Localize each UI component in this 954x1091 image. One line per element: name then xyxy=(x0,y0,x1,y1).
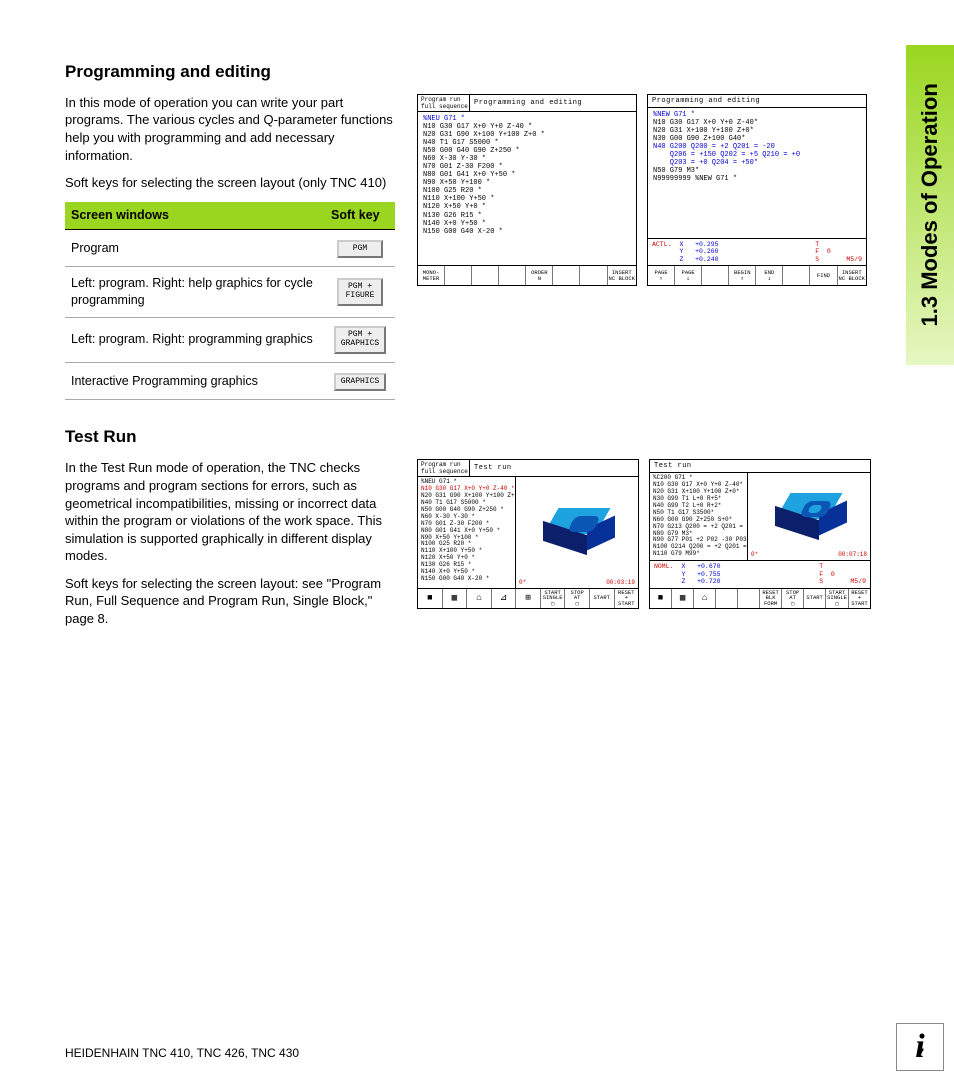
th-soft-key: Soft key xyxy=(325,202,395,229)
th-screen-windows: Screen windows xyxy=(65,202,325,229)
sk-cell[interactable]: INSERT NC BLOCK xyxy=(608,266,636,285)
sk-cell[interactable]: BEGIN ⇑ xyxy=(729,266,756,285)
nc-code-listing: %NEU G71 * N10 G30 G17 X+0 Y+0 Z-40 * N2… xyxy=(418,477,516,587)
screenshot-testrun-1: Program run full sequence Test run %NEU … xyxy=(417,459,639,608)
testrun-para2: Soft keys for selecting the screen layou… xyxy=(65,575,395,628)
softkey-row: ■ ▦ ⌂ ⊿ ⊞ START SINGLE ▢ STOP AT ▢ START… xyxy=(418,588,638,608)
sk-cell[interactable]: RESET + START xyxy=(615,589,639,608)
sk-cell[interactable]: END ⇓ xyxy=(756,266,783,285)
softkey-pgm-graphics[interactable]: PGM + GRAPHICS xyxy=(334,326,386,354)
shot-title: Programming and editing xyxy=(648,95,866,107)
sk-cell[interactable]: ■ xyxy=(650,589,672,608)
prog-para2: Soft keys for selecting the screen layou… xyxy=(65,174,395,192)
workpiece-3d-icon xyxy=(543,508,611,556)
sk-cell[interactable]: STOP AT ▢ xyxy=(565,589,590,608)
nc-code-listing: %C200 G71 * N10 G30 G17 X+0 Y+0 Z-40* N2… xyxy=(650,473,748,560)
shot-mode-label: Program run full sequence xyxy=(418,95,470,111)
page-footer: HEIDENHAIN TNC 410, TNC 426, TNC 430 7 xyxy=(65,1045,924,1061)
nc-code-listing: %NEU G71 * N10 G30 G17 X+0 Y+0 Z-40 * N2… xyxy=(418,112,636,265)
testrun-para1: In the Test Run mode of operation, the T… xyxy=(65,459,395,564)
sk-cell[interactable]: START xyxy=(590,589,615,608)
side-tab-label: 1.3 Modes of Operation xyxy=(915,83,945,326)
sk-cell[interactable]: ▦ xyxy=(672,589,694,608)
footer-left: HEIDENHAIN TNC 410, TNC 426, TNC 430 xyxy=(65,1045,299,1061)
graphics-3d-view: 0* 00:03:19 xyxy=(516,477,638,587)
status-bar: ACTL. X +0.295 Y +0.260 Z +0.240 T F 0 S… xyxy=(648,238,866,265)
softkey-pgm[interactable]: PGM xyxy=(337,240,383,259)
sk-cell[interactable] xyxy=(499,266,526,285)
softkey-table: Screen windows Soft key Program PGM Left:… xyxy=(65,202,395,401)
shot-mode-label: Program run full sequence xyxy=(418,460,470,476)
sk-cell[interactable]: ⊞ xyxy=(516,589,541,608)
sk-cell[interactable]: START SINGLE ▢ xyxy=(541,589,566,608)
sk-cell[interactable] xyxy=(472,266,499,285)
heading-testrun: Test Run xyxy=(65,426,924,449)
heading-programming: Programming and editing xyxy=(65,61,924,84)
shot-title: Test run xyxy=(650,460,870,472)
sk-cell[interactable]: ⌂ xyxy=(467,589,492,608)
table-row: Left: program. Right: programming graphi… xyxy=(65,318,325,363)
table-row: Program xyxy=(65,229,325,267)
nc-code-listing: %NEW G71 * N10 G30 G17 X+0 Y+0 Z-40* N20… xyxy=(648,108,866,238)
sk-cell[interactable] xyxy=(738,589,760,608)
sk-cell[interactable]: ▦ xyxy=(443,589,468,608)
sk-cell[interactable]: PAGE ⇓ xyxy=(675,266,702,285)
shot-title: Programming and editing xyxy=(470,95,636,111)
sk-cell[interactable] xyxy=(702,266,729,285)
sk-cell[interactable]: RESET + START xyxy=(849,589,870,608)
table-row: Interactive Programming graphics xyxy=(65,362,325,400)
sk-cell[interactable] xyxy=(716,589,738,608)
side-tab: 1.3 Modes of Operation xyxy=(906,45,954,365)
softkey-graphics[interactable]: GRAPHICS xyxy=(334,373,386,392)
sk-cell[interactable] xyxy=(445,266,472,285)
table-row: Left: program. Right: help graphics for … xyxy=(65,267,325,318)
sk-cell[interactable]: ⌂ xyxy=(694,589,716,608)
sk-cell[interactable] xyxy=(580,266,607,285)
sk-cell[interactable]: STOP AT ▢ xyxy=(782,589,804,608)
info-icon: i xyxy=(896,1023,944,1071)
softkey-row: MONO- METER ORDER N INSERT NC BLOCK xyxy=(418,265,636,285)
status-bar: NOML. X +0.670 Y +0.755 Z +0.720 T F 0 S… xyxy=(650,560,870,587)
screenshot-testrun-2: Test run %C200 G71 * N10 G30 G17 X+0 Y+0… xyxy=(649,459,871,608)
softkey-row: ■ ▦ ⌂ RESET BLK FORM STOP AT ▢ START STA… xyxy=(650,588,870,608)
shot-title: Test run xyxy=(470,460,638,476)
sk-cell[interactable]: ⊿ xyxy=(492,589,517,608)
softkey-pgm-figure[interactable]: PGM + FIGURE xyxy=(337,278,383,306)
workpiece-3d-icon xyxy=(775,493,843,541)
sk-cell[interactable]: INSERT NC BLOCK xyxy=(838,266,866,285)
sk-cell[interactable]: ■ xyxy=(418,589,443,608)
sk-cell[interactable]: RESET BLK FORM xyxy=(760,589,782,608)
graphics-3d-view: 0* 00:07:18 xyxy=(748,473,870,560)
sk-cell[interactable]: ORDER N xyxy=(526,266,553,285)
sk-cell[interactable] xyxy=(553,266,580,285)
screenshot-programming-1: Program run full sequence Programming an… xyxy=(417,94,637,286)
sk-cell[interactable]: PAGE ⇑ xyxy=(648,266,675,285)
sk-cell[interactable]: FIND xyxy=(810,266,837,285)
sk-cell[interactable]: MONO- METER xyxy=(418,266,445,285)
prog-para1: In this mode of operation you can write … xyxy=(65,94,395,164)
softkey-row: PAGE ⇑ PAGE ⇓ BEGIN ⇑ END ⇓ FIND INSERT … xyxy=(648,265,866,285)
screenshot-programming-2: Programming and editing %NEW G71 * N10 G… xyxy=(647,94,867,286)
sk-cell[interactable]: START xyxy=(804,589,826,608)
sk-cell[interactable] xyxy=(783,266,810,285)
sk-cell[interactable]: START SINGLE ▢ xyxy=(826,589,849,608)
